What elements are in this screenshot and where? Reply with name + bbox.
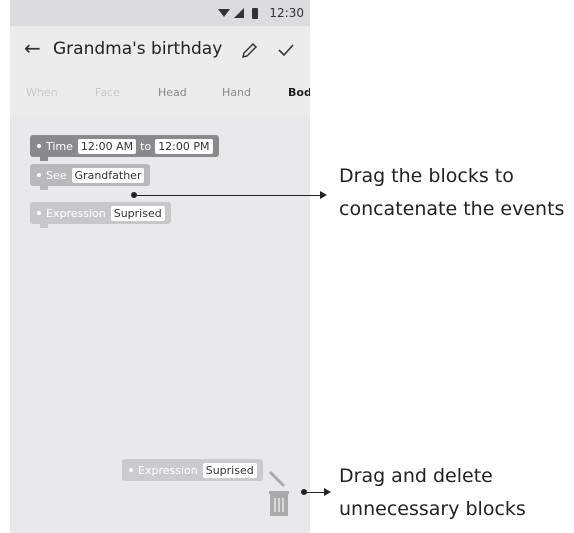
tab-face[interactable]: Face — [95, 86, 120, 99]
cell-signal-icon — [234, 8, 244, 18]
callout-arrowhead — [320, 191, 327, 199]
status-time: 12:30 — [269, 6, 304, 20]
tab-when[interactable]: When — [26, 86, 58, 99]
block-notch — [40, 224, 48, 228]
block-dot — [37, 173, 41, 177]
annotation-line: Drag and delete — [339, 465, 493, 487]
annotation-line: unnecessary blocks — [339, 498, 526, 520]
callout-arrowhead — [324, 488, 331, 496]
expression-block[interactable]: Expression Suprised — [30, 202, 171, 228]
see-value-field[interactable]: Grandfather — [71, 167, 145, 183]
phone-screen: 12:30 ← Grandma's birthday When Face Hea… — [10, 0, 310, 533]
check-icon[interactable] — [276, 40, 296, 60]
see-block-label: See — [46, 168, 67, 182]
delete-annotation: Drag and delete unnecessary blocks — [339, 460, 526, 526]
time-from-field[interactable]: 12:00 AM — [77, 138, 137, 154]
see-block[interactable]: See Grandfather — [30, 164, 151, 190]
block-notch — [40, 157, 48, 161]
page-title: Grandma's birthday — [53, 39, 223, 59]
time-joiner: to — [140, 139, 152, 153]
time-block-label: Time — [46, 139, 73, 153]
callout-arrow — [134, 195, 320, 196]
tab-head[interactable]: Head — [158, 86, 187, 99]
status-icons — [218, 7, 258, 19]
battery-icon — [252, 7, 258, 19]
category-tabs: When Face Head Hand Bod — [10, 78, 310, 112]
expression-value-field[interactable]: Suprised — [110, 205, 165, 221]
annotation-line: concatenate the events — [339, 198, 565, 220]
annotation-line: Drag the blocks to — [339, 165, 514, 187]
block-dot — [37, 211, 41, 215]
expression-block-label: Expression — [46, 206, 106, 220]
dragging-expression-block[interactable]: Expression Suprised — [122, 459, 263, 481]
tab-hand[interactable]: Hand — [222, 86, 251, 99]
pencil-icon[interactable] — [240, 40, 260, 60]
callout-arrow — [304, 492, 324, 493]
block-dot — [37, 144, 41, 148]
dragging-block-label: Expression — [138, 463, 198, 477]
app-toolbar: ← Grandma's birthday — [10, 26, 310, 76]
tab-body[interactable]: Bod — [288, 86, 310, 99]
block-dot — [129, 468, 133, 472]
trash-icon[interactable] — [267, 470, 291, 518]
concatenate-annotation: Drag the blocks to concatenate the event… — [339, 160, 564, 226]
time-to-field[interactable]: 12:00 PM — [155, 138, 213, 154]
status-bar: 12:30 — [10, 0, 310, 26]
block-notch — [40, 186, 48, 190]
wifi-icon — [218, 9, 230, 17]
arrow-left-icon[interactable]: ← — [24, 36, 44, 60]
time-block[interactable]: Time 12:00 AM to 12:00 PM — [30, 135, 219, 161]
dragging-value-field[interactable]: Suprised — [202, 462, 257, 478]
